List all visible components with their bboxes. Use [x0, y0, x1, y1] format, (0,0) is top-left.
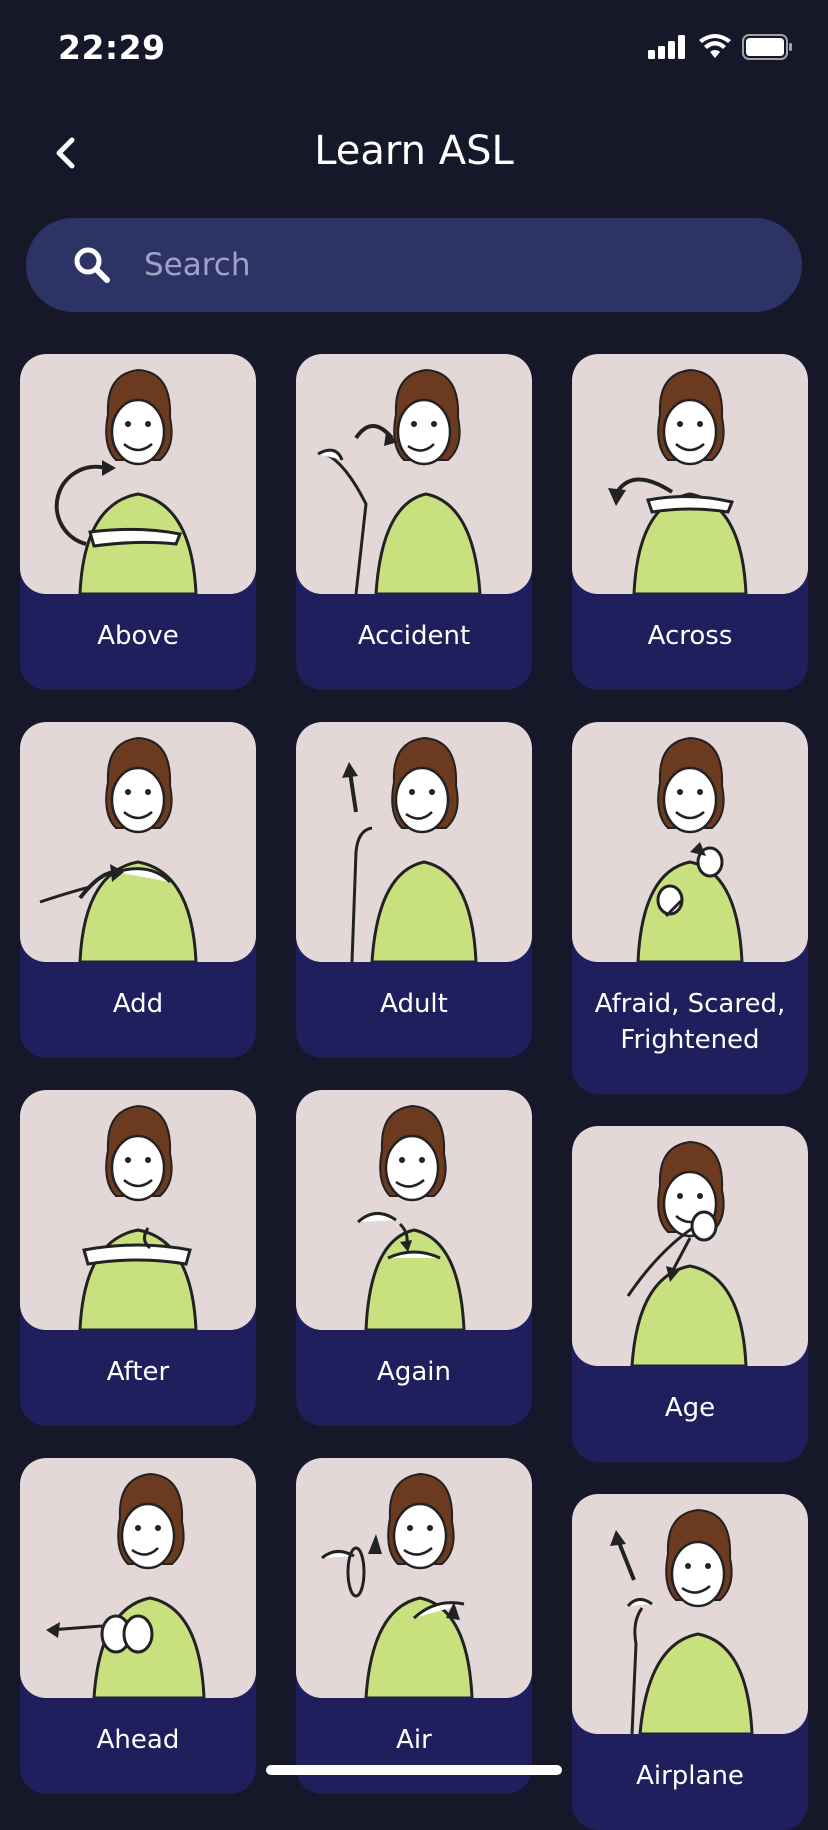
sign-card[interactable]: Age [572, 1126, 808, 1462]
sign-label: Again [377, 1357, 451, 1387]
wifi-icon [699, 34, 731, 58]
sign-card[interactable]: Air [296, 1458, 532, 1794]
sign-illustration [20, 722, 256, 962]
sign-card[interactable]: Across [572, 354, 808, 690]
sign-illustration [572, 354, 808, 594]
sign-label: After [106, 1357, 170, 1387]
sign-label: Accident [357, 621, 471, 651]
sign-card[interactable]: Add [20, 722, 256, 1058]
battery-icon [742, 34, 792, 60]
sign-label: Add [112, 989, 164, 1019]
sign-card[interactable]: Adult [296, 722, 532, 1058]
sign-illustration [296, 354, 532, 594]
sign-illustration [296, 722, 532, 962]
sign-card[interactable]: After [20, 1090, 256, 1426]
home-indicator[interactable] [266, 1765, 562, 1775]
sign-label: Air [396, 1725, 432, 1755]
cellular-signal-icon [648, 35, 685, 59]
sign-illustration [296, 1090, 532, 1330]
sign-illustration [572, 1494, 808, 1734]
sign-card[interactable]: Afraid, Scared, Frightened [572, 722, 808, 1094]
sign-label: Airplane [636, 1761, 744, 1791]
search-icon [72, 243, 116, 287]
sign-label: Afraid, Scared, Frightened [594, 989, 786, 1055]
sign-illustration [20, 354, 256, 594]
search-bar[interactable] [26, 218, 802, 312]
sign-label: Adult [380, 989, 448, 1019]
sign-card[interactable]: Ahead [20, 1458, 256, 1794]
search-input[interactable] [142, 246, 802, 284]
sign-card[interactable]: Again [296, 1090, 532, 1426]
sign-card[interactable]: Above [20, 354, 256, 690]
sign-label: Above [97, 621, 179, 651]
sign-illustration [296, 1458, 532, 1698]
sign-label: Across [647, 621, 733, 651]
status-bar: 22:29 [0, 0, 828, 100]
sign-illustration [20, 1458, 256, 1698]
sign-illustration [572, 1126, 808, 1366]
status-time: 22:29 [58, 28, 166, 67]
sign-label: Ahead [96, 1725, 180, 1755]
header: Learn ASL [0, 110, 828, 194]
page-title: Learn ASL [314, 128, 514, 174]
sign-illustration [20, 1090, 256, 1330]
sign-card[interactable]: Airplane [572, 1494, 808, 1830]
sign-illustration [572, 722, 808, 962]
sign-card[interactable]: Accident [296, 354, 532, 690]
sign-label: Age [664, 1393, 716, 1423]
status-icons [648, 34, 794, 60]
